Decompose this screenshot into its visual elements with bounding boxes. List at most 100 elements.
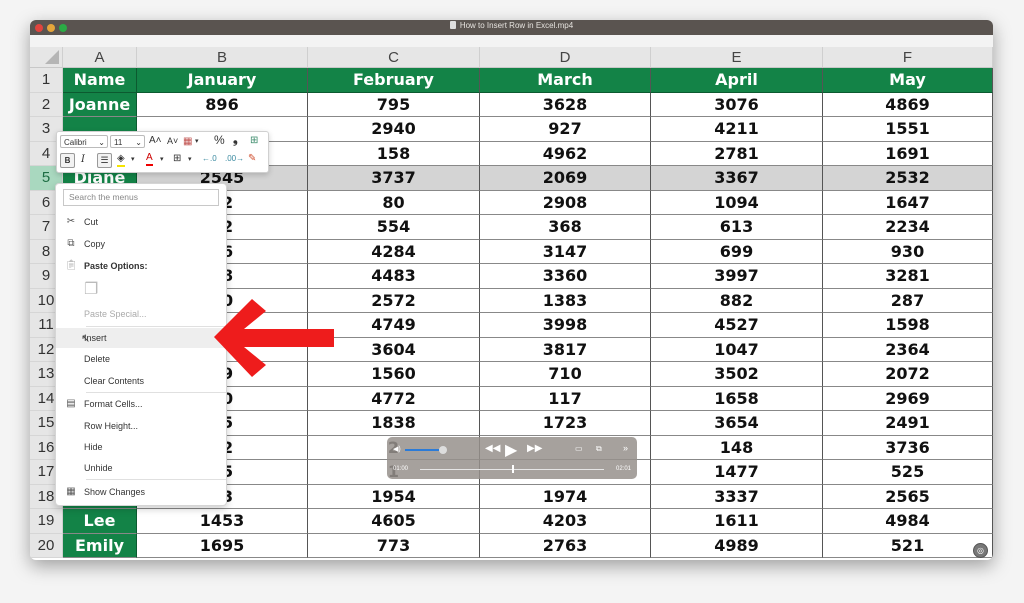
value-cell[interactable]: 927 xyxy=(480,117,651,142)
value-cell[interactable]: 1954 xyxy=(308,484,480,509)
value-cell[interactable]: 1974 xyxy=(480,484,651,509)
rewind-icon[interactable]: ◀◀ xyxy=(485,443,500,454)
format-painter-icon[interactable]: ✎ xyxy=(248,152,256,165)
value-cell[interactable]: 3654 xyxy=(651,411,823,436)
value-cell[interactable]: 2491 xyxy=(823,411,993,436)
column-header-b[interactable]: B xyxy=(137,47,308,68)
fill-color-icon[interactable]: ◈ xyxy=(117,152,125,167)
value-cell[interactable]: 1047 xyxy=(651,337,823,362)
value-cell[interactable]: 773 xyxy=(308,533,480,558)
value-cell[interactable]: 2969 xyxy=(823,386,993,411)
menu-item-row-height[interactable]: Row Height... xyxy=(56,416,226,436)
menu-item-delete[interactable]: Delete xyxy=(56,349,226,369)
value-cell[interactable]: 3337 xyxy=(651,484,823,509)
value-cell[interactable]: 3736 xyxy=(823,435,993,460)
menu-item-format-cells[interactable]: ▤ Format Cells... xyxy=(56,394,226,414)
value-cell[interactable]: 4284 xyxy=(308,239,480,264)
row-header[interactable]: 1 xyxy=(30,68,63,93)
airplay-icon[interactable]: ▭ xyxy=(575,444,583,453)
comma-style-button[interactable]: ❟ xyxy=(233,133,238,146)
borders-icon[interactable]: ⊞ xyxy=(173,152,181,165)
value-cell[interactable]: 896 xyxy=(137,92,308,117)
increase-font-size-button[interactable]: A˄ xyxy=(149,134,162,147)
value-cell[interactable]: 1723 xyxy=(480,411,651,436)
center-align-button[interactable]: ☰ xyxy=(97,153,112,168)
value-cell[interactable]: 613 xyxy=(651,215,823,240)
value-cell[interactable]: 4605 xyxy=(308,509,480,534)
value-cell[interactable]: 2781 xyxy=(651,141,823,166)
column-header-a[interactable]: A xyxy=(63,47,137,68)
font-size-select[interactable]: 11 ⌄ xyxy=(110,135,145,148)
number-format-icon[interactable]: ▦ xyxy=(183,135,192,148)
italic-button[interactable]: I xyxy=(81,153,85,166)
value-cell[interactable]: 882 xyxy=(651,288,823,313)
fast-forward-icon[interactable]: ▶▶ xyxy=(527,443,542,454)
value-cell[interactable]: 4989 xyxy=(651,533,823,558)
menu-item-cut[interactable]: ✂ Cut xyxy=(56,212,226,232)
paste-button[interactable]: ❐ xyxy=(56,280,226,304)
value-cell[interactable]: 1838 xyxy=(308,411,480,436)
select-all-corner[interactable] xyxy=(30,47,63,68)
value-cell[interactable]: 1477 xyxy=(651,460,823,485)
value-cell[interactable]: 4962 xyxy=(480,141,651,166)
value-cell[interactable]: 148 xyxy=(651,435,823,460)
column-header-d[interactable]: D xyxy=(480,47,651,68)
column-title[interactable]: Name xyxy=(63,68,137,93)
menu-item-clear-contents[interactable]: Clear Contents xyxy=(56,371,226,391)
value-cell[interactable]: 521 xyxy=(823,533,993,558)
chevron-down-icon[interactable]: ▾ xyxy=(131,153,135,166)
value-cell[interactable]: 4483 xyxy=(308,264,480,289)
value-cell[interactable]: 117 xyxy=(480,386,651,411)
value-cell[interactable]: 4527 xyxy=(651,313,823,338)
value-cell[interactable]: 3997 xyxy=(651,264,823,289)
chevron-down-icon[interactable]: ▾ xyxy=(195,135,199,148)
value-cell[interactable]: 1094 xyxy=(651,190,823,215)
decrease-font-size-button[interactable]: A˅ xyxy=(167,135,178,148)
menu-item-unhide[interactable]: Unhide xyxy=(56,458,226,478)
column-title[interactable]: March xyxy=(480,68,651,93)
value-cell[interactable]: 3998 xyxy=(480,313,651,338)
value-cell[interactable]: 2565 xyxy=(823,484,993,509)
row-header[interactable]: 19 xyxy=(30,509,63,534)
column-header-f[interactable]: F xyxy=(823,47,993,68)
volume-slider[interactable] xyxy=(405,449,444,451)
value-cell[interactable]: 2069 xyxy=(480,166,651,191)
percent-style-button[interactable]: % xyxy=(214,134,225,147)
column-header-c[interactable]: C xyxy=(308,47,480,68)
value-cell[interactable]: 1647 xyxy=(823,190,993,215)
chevron-down-icon[interactable]: ▾ xyxy=(160,153,164,166)
value-cell[interactable]: 2763 xyxy=(480,533,651,558)
merge-center-icon[interactable]: ⊞ xyxy=(250,134,258,147)
column-header-e[interactable]: E xyxy=(651,47,823,68)
value-cell[interactable]: 1658 xyxy=(651,386,823,411)
picture-in-picture-icon[interactable]: ⧉ xyxy=(596,444,602,454)
menu-item-paste-special[interactable]: Paste Special... xyxy=(56,304,226,324)
chevron-down-icon[interactable]: ▾ xyxy=(188,153,192,166)
value-cell[interactable]: 3367 xyxy=(651,166,823,191)
value-cell[interactable]: 3737 xyxy=(308,166,480,191)
name-cell[interactable]: Emily xyxy=(63,533,137,558)
value-cell[interactable]: 2364 xyxy=(823,337,993,362)
value-cell[interactable]: 1598 xyxy=(823,313,993,338)
value-cell[interactable]: 3360 xyxy=(480,264,651,289)
row-header[interactable]: 2 xyxy=(30,92,63,117)
menu-item-copy[interactable]: ⧉ Copy xyxy=(56,234,226,254)
column-title[interactable]: February xyxy=(308,68,480,93)
value-cell[interactable]: 3147 xyxy=(480,239,651,264)
value-cell[interactable]: 4984 xyxy=(823,509,993,534)
value-cell[interactable]: 4203 xyxy=(480,509,651,534)
volume-knob[interactable] xyxy=(439,446,448,454)
volume-icon[interactable]: ◀︎) xyxy=(393,445,401,453)
name-cell[interactable]: Lee xyxy=(63,509,137,534)
value-cell[interactable]: 554 xyxy=(308,215,480,240)
value-cell[interactable]: 1551 xyxy=(823,117,993,142)
font-name-select[interactable]: Calibri ⌄ xyxy=(60,135,108,148)
bold-button[interactable]: B xyxy=(60,153,75,168)
value-cell[interactable]: 158 xyxy=(308,141,480,166)
menu-item-show-changes[interactable]: ▦ Show Changes xyxy=(56,482,226,502)
value-cell[interactable]: 4869 xyxy=(823,92,993,117)
value-cell[interactable]: 368 xyxy=(480,215,651,240)
value-cell[interactable]: 2234 xyxy=(823,215,993,240)
value-cell[interactable]: 2072 xyxy=(823,362,993,387)
value-cell[interactable]: 4772 xyxy=(308,386,480,411)
